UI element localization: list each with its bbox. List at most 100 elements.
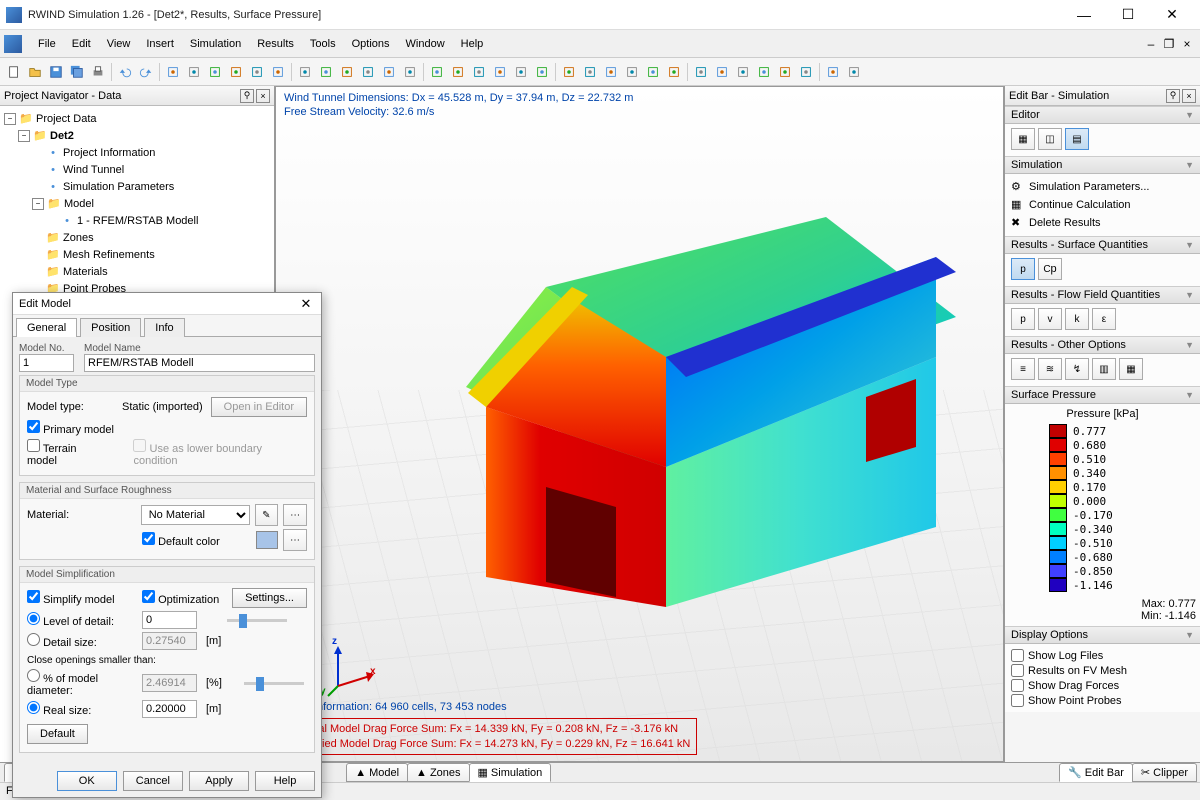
radio-real[interactable] [27, 701, 40, 714]
mdi-close-icon[interactable]: × [1178, 37, 1196, 51]
chk-pointprobes[interactable] [1011, 694, 1024, 707]
menu-results[interactable]: Results [249, 34, 302, 54]
rsq-p-button[interactable]: p [1011, 258, 1035, 280]
app-menu-icon[interactable] [4, 35, 22, 53]
sim-params-link[interactable]: ⚙Simulation Parameters... [1011, 178, 1194, 196]
roo-btn-3[interactable]: ↯ [1065, 358, 1089, 380]
expand-icon[interactable]: − [4, 113, 16, 125]
toolbar-button-5[interactable] [268, 62, 288, 82]
model-name-input[interactable] [84, 354, 315, 372]
radio-detail[interactable] [27, 633, 40, 646]
toolbar-button-4[interactable] [247, 62, 267, 82]
lod-input[interactable] [142, 611, 197, 629]
rfq-p-button[interactable]: p [1011, 308, 1035, 330]
toolbar-button-10[interactable] [379, 62, 399, 82]
rsq-cp-button[interactable]: Cp [1038, 258, 1062, 280]
toolbar-button-17[interactable] [532, 62, 552, 82]
toolbar-button-27[interactable] [754, 62, 774, 82]
toolbar-button-14[interactable] [469, 62, 489, 82]
saveall-icon[interactable] [67, 62, 87, 82]
roo-btn-5[interactable]: ▦ [1119, 358, 1143, 380]
toolbar-button-24[interactable] [691, 62, 711, 82]
dlg-tab-info[interactable]: Info [144, 318, 184, 337]
minimize-button[interactable]: — [1062, 1, 1106, 29]
toolbar-button-9[interactable] [358, 62, 378, 82]
toolbar-button-19[interactable] [580, 62, 600, 82]
panel-close-icon[interactable]: × [1182, 89, 1196, 103]
editor-btn-1[interactable]: ▦ [1011, 128, 1035, 150]
close-button[interactable]: ✕ [1150, 1, 1194, 29]
toolbar-button-16[interactable] [511, 62, 531, 82]
sim-continue-link[interactable]: ▦Continue Calculation [1011, 196, 1194, 214]
editor-btn-2[interactable]: ◫ [1038, 128, 1062, 150]
panel-close-icon[interactable]: × [256, 89, 270, 103]
dlg-tab-general[interactable]: General [16, 318, 77, 337]
tab-editbar[interactable]: 🔧 Edit Bar [1059, 763, 1133, 782]
mat-btn-2[interactable]: ⋯ [283, 504, 307, 526]
rfq-e-button[interactable]: ε [1092, 308, 1116, 330]
toolbar-button-26[interactable] [733, 62, 753, 82]
sim-delete-link[interactable]: ✖Delete Results [1011, 214, 1194, 232]
toolbar-button-0[interactable] [163, 62, 183, 82]
roo-btn-2[interactable]: ≋ [1038, 358, 1062, 380]
expand-icon[interactable]: − [32, 198, 44, 210]
pin-icon[interactable]: ⚲ [240, 89, 254, 103]
mdi-minimize-icon[interactable]: – [1142, 37, 1160, 51]
toolbar-button-7[interactable] [316, 62, 336, 82]
chk-primary[interactable] [27, 420, 40, 433]
toolbar-button-22[interactable] [643, 62, 663, 82]
toolbar-button-21[interactable] [622, 62, 642, 82]
model-no-input[interactable] [19, 354, 74, 372]
print-icon[interactable] [88, 62, 108, 82]
toolbar-button-6[interactable] [295, 62, 315, 82]
tab-model[interactable]: ▲ Model [346, 763, 408, 782]
radio-pct[interactable] [27, 669, 40, 682]
toolbar-button-13[interactable] [448, 62, 468, 82]
help-button[interactable]: Help [255, 771, 315, 791]
menu-simulation[interactable]: Simulation [182, 34, 249, 54]
chk-fvmesh[interactable] [1011, 664, 1024, 677]
tab-zones[interactable]: ▲ Zones [407, 763, 469, 782]
toolbar-button-23[interactable] [664, 62, 684, 82]
color-swatch[interactable] [256, 531, 278, 549]
toolbar-button-25[interactable] [712, 62, 732, 82]
material-select[interactable]: No Material [141, 505, 250, 525]
menu-options[interactable]: Options [344, 34, 398, 54]
toolbar-button-28[interactable] [775, 62, 795, 82]
apply-button[interactable]: Apply [189, 771, 249, 791]
cancel-button[interactable]: Cancel [123, 771, 183, 791]
dlg-tab-position[interactable]: Position [80, 318, 141, 337]
menu-window[interactable]: Window [398, 34, 453, 54]
toolbar-button-1[interactable] [184, 62, 204, 82]
chk-logfiles[interactable] [1011, 649, 1024, 662]
radio-lod[interactable] [27, 612, 40, 625]
redo-icon[interactable] [136, 62, 156, 82]
toolbar-button-12[interactable] [427, 62, 447, 82]
toolbar-button-3[interactable] [226, 62, 246, 82]
lod-slider[interactable] [227, 619, 287, 622]
toolbar-button-18[interactable] [559, 62, 579, 82]
chk-defcolor[interactable] [142, 532, 155, 545]
chk-optimization[interactable] [142, 590, 155, 603]
toolbar-button-8[interactable] [337, 62, 357, 82]
pin-icon[interactable]: ⚲ [1166, 89, 1180, 103]
editor-btn-3[interactable]: ▤ [1065, 128, 1089, 150]
rfq-k-button[interactable]: k [1065, 308, 1089, 330]
mdi-restore-icon[interactable]: ❐ [1160, 37, 1178, 51]
toolbar-button-29[interactable] [796, 62, 816, 82]
menu-tools[interactable]: Tools [302, 34, 344, 54]
toolbar-button-2[interactable] [205, 62, 225, 82]
rfq-v-button[interactable]: v [1038, 308, 1062, 330]
menu-help[interactable]: Help [453, 34, 492, 54]
chk-terrain[interactable] [27, 439, 40, 452]
chk-dragforces[interactable] [1011, 679, 1024, 692]
menu-edit[interactable]: Edit [64, 34, 99, 54]
menu-insert[interactable]: Insert [138, 34, 182, 54]
settings-button[interactable]: Settings... [232, 588, 307, 608]
mat-btn-1[interactable]: ✎ [255, 504, 279, 526]
menu-view[interactable]: View [99, 34, 139, 54]
roo-btn-1[interactable]: ≡ [1011, 358, 1035, 380]
tab-clipper[interactable]: ✂ Clipper [1132, 763, 1197, 782]
expand-icon[interactable]: − [18, 130, 30, 142]
toolbar-button-31[interactable] [844, 62, 864, 82]
